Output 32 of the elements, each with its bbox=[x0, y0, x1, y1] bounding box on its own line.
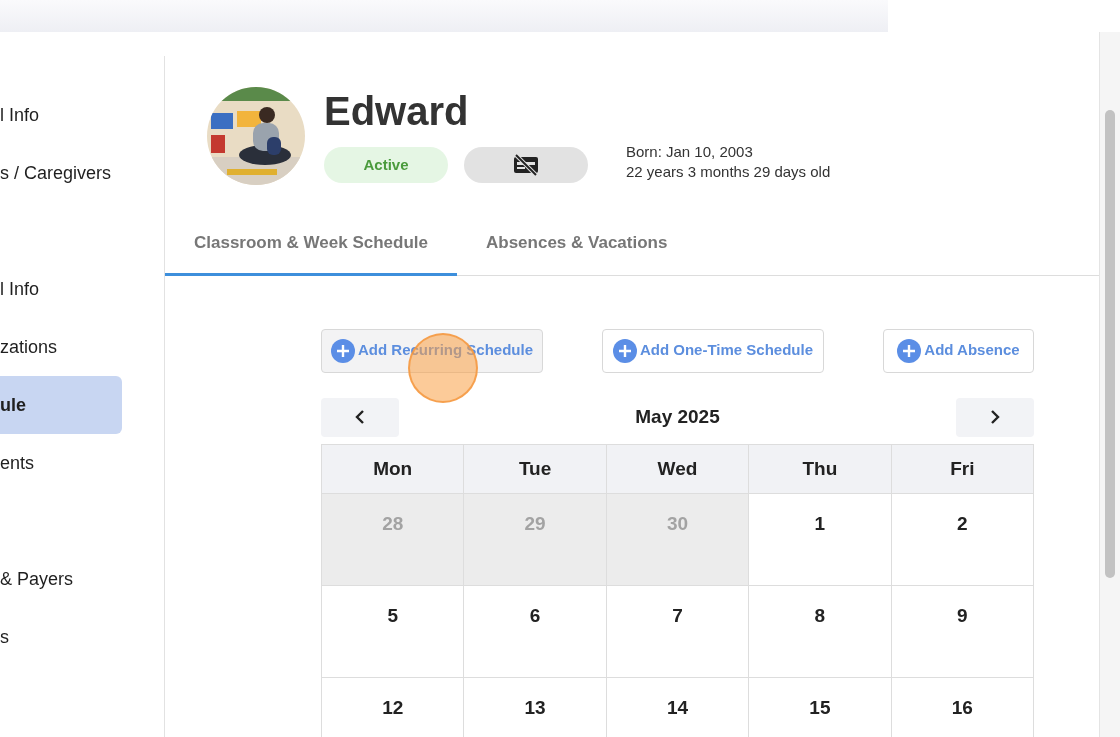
sidebar-item[interactable]: ule bbox=[0, 376, 122, 434]
calendar-day[interactable]: 1 bbox=[749, 493, 892, 586]
calendar-day[interactable]: 8 bbox=[749, 585, 892, 678]
sidebar-item[interactable]: l Info bbox=[0, 86, 122, 144]
calendar-day[interactable]: 9 bbox=[891, 585, 1034, 678]
calendar-day[interactable]: 7 bbox=[606, 585, 750, 678]
sidebar-item[interactable]: & Payers bbox=[0, 550, 122, 608]
weekday-header: Mon bbox=[322, 444, 465, 494]
weekday-header: Wed bbox=[606, 444, 750, 494]
status-badge: Active bbox=[324, 147, 448, 183]
birth-date: Born: Jan 10, 2003 bbox=[626, 142, 754, 162]
sidebar-item[interactable]: ents bbox=[0, 434, 122, 492]
sidebar-item[interactable]: zations bbox=[0, 318, 122, 376]
calendar-day[interactable]: 2 bbox=[891, 493, 1034, 586]
month-title: May 2025 bbox=[635, 404, 720, 429]
calendar-day[interactable]: 15 bbox=[749, 677, 892, 737]
tab[interactable]: Absences & Vacations bbox=[457, 215, 697, 276]
calendar-day[interactable]: 16 bbox=[891, 677, 1034, 737]
calendar-day[interactable]: 13 bbox=[464, 677, 607, 737]
weekday-header: Tue bbox=[464, 444, 607, 494]
weekday-header: Thu bbox=[749, 444, 892, 494]
sidebar-item[interactable]: l Info bbox=[0, 260, 122, 318]
tab[interactable]: Classroom & Week Schedule bbox=[165, 215, 457, 276]
calendar-day[interactable]: 5 bbox=[322, 585, 465, 678]
weekday-header: Fri bbox=[891, 444, 1034, 494]
sidebar-item[interactable]: s bbox=[0, 608, 122, 666]
child-name: Edward bbox=[324, 91, 470, 131]
calendar-day[interactable]: 12 bbox=[322, 677, 465, 737]
age-text: 22 years 3 months 29 days old bbox=[626, 162, 831, 182]
calendar-day[interactable]: 6 bbox=[464, 585, 607, 678]
sidebar-item[interactable]: s / Caregivers bbox=[0, 144, 122, 202]
calendar-day[interactable]: 14 bbox=[606, 677, 750, 737]
